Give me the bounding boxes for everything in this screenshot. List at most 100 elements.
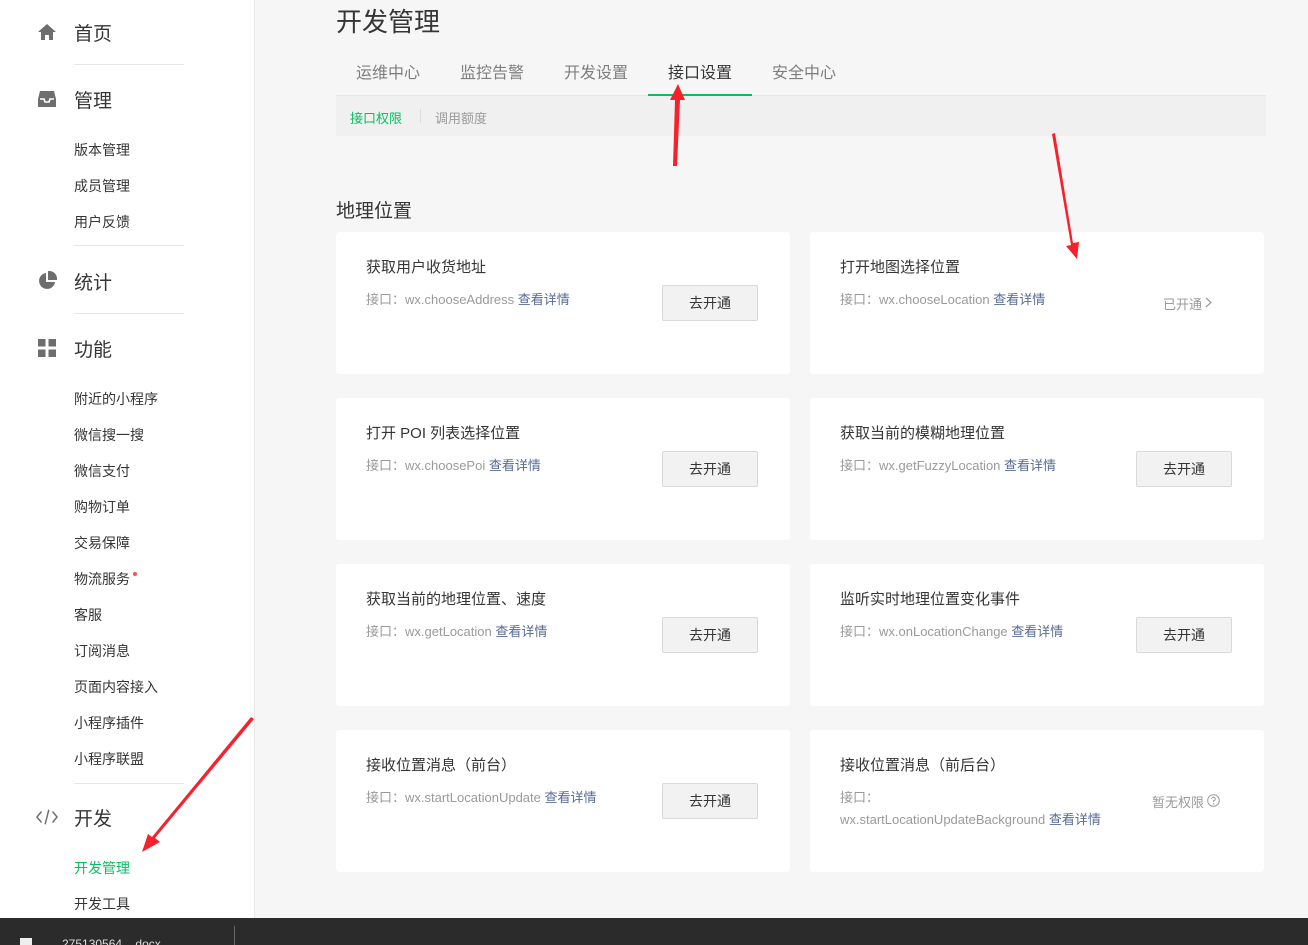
- card-api: 接口：wx.chooseLocation 查看详情: [840, 289, 1110, 311]
- card-title: 获取用户收货地址: [366, 259, 487, 276]
- subtab-bar: 接口权限 调用额度: [336, 96, 1266, 136]
- nav-item-guarantee[interactable]: 交易保障: [74, 533, 130, 553]
- nav-item-members[interactable]: 成员管理: [74, 176, 130, 196]
- nav-features-label: 功能: [74, 339, 113, 361]
- api-prefix: 接口：: [366, 458, 406, 473]
- nav-item-pay[interactable]: 微信支付: [74, 461, 130, 481]
- divider: [74, 313, 184, 314]
- nav-item-service[interactable]: 客服: [74, 605, 102, 625]
- subtab-api-permission[interactable]: 接口权限: [350, 108, 402, 127]
- api-prefix: 接口：: [840, 624, 880, 639]
- enable-button[interactable]: 去开通: [662, 285, 758, 321]
- api-card-location-update: 接收位置消息（前台） 接口：wx.startLocationUpdate 查看详…: [336, 730, 790, 872]
- enabled-status-label: 已开通: [1162, 297, 1202, 312]
- card-api: 接口：wx.chooseAddress 查看详情: [366, 289, 636, 311]
- view-details-link[interactable]: 查看详情: [518, 292, 570, 307]
- api-name: wx.startLocationUpdateBackground: [840, 812, 1046, 827]
- card-title: 打开 POI 列表选择位置: [366, 425, 521, 442]
- card-api: 接口：wx.getLocation 查看详情: [366, 621, 636, 643]
- enable-button[interactable]: 去开通: [662, 451, 758, 487]
- view-details-link[interactable]: 查看详情: [1049, 812, 1101, 827]
- card-title: 接收位置消息（前台）: [366, 757, 517, 774]
- document-icon: [20, 938, 32, 945]
- nav-dev-label: 开发: [74, 808, 113, 830]
- api-card-fuzzy-location: 获取当前的模糊地理位置 接口：wx.getFuzzyLocation 查看详情 …: [810, 398, 1264, 540]
- api-name: wx.choosePoi: [405, 458, 486, 473]
- nav-item-plugins[interactable]: 小程序插件: [74, 713, 144, 733]
- view-details-link[interactable]: 查看详情: [1011, 624, 1063, 639]
- nav-item-logistics[interactable]: 物流服务: [74, 569, 137, 589]
- api-name: wx.onLocationChange: [879, 624, 1008, 639]
- enable-button[interactable]: 去开通: [662, 617, 758, 653]
- tab-api-settings[interactable]: 接口设置: [648, 56, 752, 96]
- view-details-link[interactable]: 查看详情: [545, 790, 597, 805]
- nav-item-dev-tools[interactable]: 开发工具: [74, 894, 130, 914]
- pie-chart-icon: [36, 270, 58, 292]
- api-name: wx.chooseLocation: [879, 292, 990, 307]
- nav-home-label: 首页: [74, 23, 113, 45]
- no-permission-label: 暂无权限: [1151, 795, 1204, 810]
- api-prefix: 接口：: [366, 292, 406, 307]
- api-card-choose-poi: 打开 POI 列表选择位置 接口：wx.choosePoi 查看详情 去开通: [336, 398, 790, 540]
- tab-monitor[interactable]: 监控告警: [440, 56, 544, 96]
- card-api: 接口：wx.getFuzzyLocation 查看详情: [840, 455, 1110, 477]
- card-api: 接口：wx.choosePoi 查看详情: [366, 455, 636, 477]
- nav-dev[interactable]: 开发: [36, 805, 112, 830]
- nav-item-version[interactable]: 版本管理: [74, 140, 130, 160]
- chevron-right-icon: [1205, 296, 1212, 311]
- enable-button[interactable]: 去开通: [1136, 617, 1232, 653]
- nav-item-orders[interactable]: 购物订单: [74, 497, 130, 517]
- api-prefix: 接口：: [840, 458, 880, 473]
- api-name: wx.getFuzzyLocation: [879, 458, 1001, 473]
- home-icon: [36, 21, 58, 43]
- card-api: 接口： wx.startLocationUpdateBackground 查看详情: [840, 787, 1102, 831]
- view-details-link[interactable]: 查看详情: [489, 458, 541, 473]
- nav-features[interactable]: 功能: [36, 336, 112, 361]
- api-prefix: 接口：: [366, 790, 406, 805]
- subtab-divider: [420, 109, 421, 123]
- nav-item-subscribe[interactable]: 订阅消息: [74, 641, 130, 661]
- taskbar: 275130564....docx: [0, 918, 1308, 945]
- api-name: wx.startLocationUpdate: [405, 790, 541, 805]
- api-prefix: 接口：: [840, 790, 880, 805]
- api-card-get-location: 获取当前的地理位置、速度 接口：wx.getLocation 查看详情 去开通: [336, 564, 790, 706]
- sidebar: 首页 管理 版本管理 成员管理 用户反馈 统计 功能 附近的小程序 微信搜一搜 …: [0, 0, 255, 918]
- taskbar-divider: [234, 926, 235, 945]
- nav-item-search[interactable]: 微信搜一搜: [74, 425, 144, 445]
- grid-icon: [36, 337, 58, 359]
- question-circle-icon[interactable]: [1207, 793, 1220, 810]
- nav-item-nearby[interactable]: 附近的小程序: [74, 389, 158, 409]
- tab-dev-settings[interactable]: 开发设置: [544, 56, 648, 96]
- view-details-link[interactable]: 查看详情: [1004, 458, 1056, 473]
- nav-stats-label: 统计: [74, 272, 113, 294]
- nav-item-alliance[interactable]: 小程序联盟: [74, 749, 144, 769]
- nav-item-feedback[interactable]: 用户反馈: [74, 212, 130, 232]
- subtab-quota[interactable]: 调用额度: [435, 108, 487, 127]
- enabled-status[interactable]: 已开通: [1163, 294, 1212, 313]
- enable-button[interactable]: 去开通: [1136, 451, 1232, 487]
- api-prefix: 接口：: [840, 292, 880, 307]
- card-title: 打开地图选择位置: [840, 259, 961, 276]
- card-title: 接收位置消息（前后台）: [840, 757, 1006, 774]
- api-card-location-change: 监听实时地理位置变化事件 接口：wx.onLocationChange 查看详情…: [810, 564, 1264, 706]
- api-card-choose-location: 打开地图选择位置 接口：wx.chooseLocation 查看详情 已开通: [810, 232, 1264, 374]
- tab-bar: 运维中心 监控告警 开发设置 接口设置 安全中心: [336, 56, 1266, 96]
- api-card-choose-address: 获取用户收货地址 接口：wx.chooseAddress 查看详情 去开通: [336, 232, 790, 374]
- page-title: 开发管理: [336, 7, 441, 37]
- divider: [74, 64, 184, 65]
- nav-manage-label: 管理: [74, 90, 113, 112]
- nav-home[interactable]: 首页: [36, 20, 112, 45]
- inbox-icon: [36, 88, 58, 110]
- tab-security[interactable]: 安全中心: [752, 56, 856, 96]
- nav-manage[interactable]: 管理: [36, 87, 112, 112]
- taskbar-file-name[interactable]: 275130564....docx: [62, 937, 161, 945]
- nav-item-content[interactable]: 页面内容接入: [74, 677, 158, 697]
- enable-button[interactable]: 去开通: [662, 783, 758, 819]
- view-details-link[interactable]: 查看详情: [495, 624, 547, 639]
- nav-item-dev-manage[interactable]: 开发管理: [74, 858, 130, 878]
- tab-ops[interactable]: 运维中心: [336, 56, 440, 96]
- view-details-link[interactable]: 查看详情: [993, 292, 1045, 307]
- code-icon: [36, 806, 58, 828]
- nav-stats[interactable]: 统计: [36, 269, 112, 294]
- card-api: 接口：wx.onLocationChange 查看详情: [840, 621, 1110, 643]
